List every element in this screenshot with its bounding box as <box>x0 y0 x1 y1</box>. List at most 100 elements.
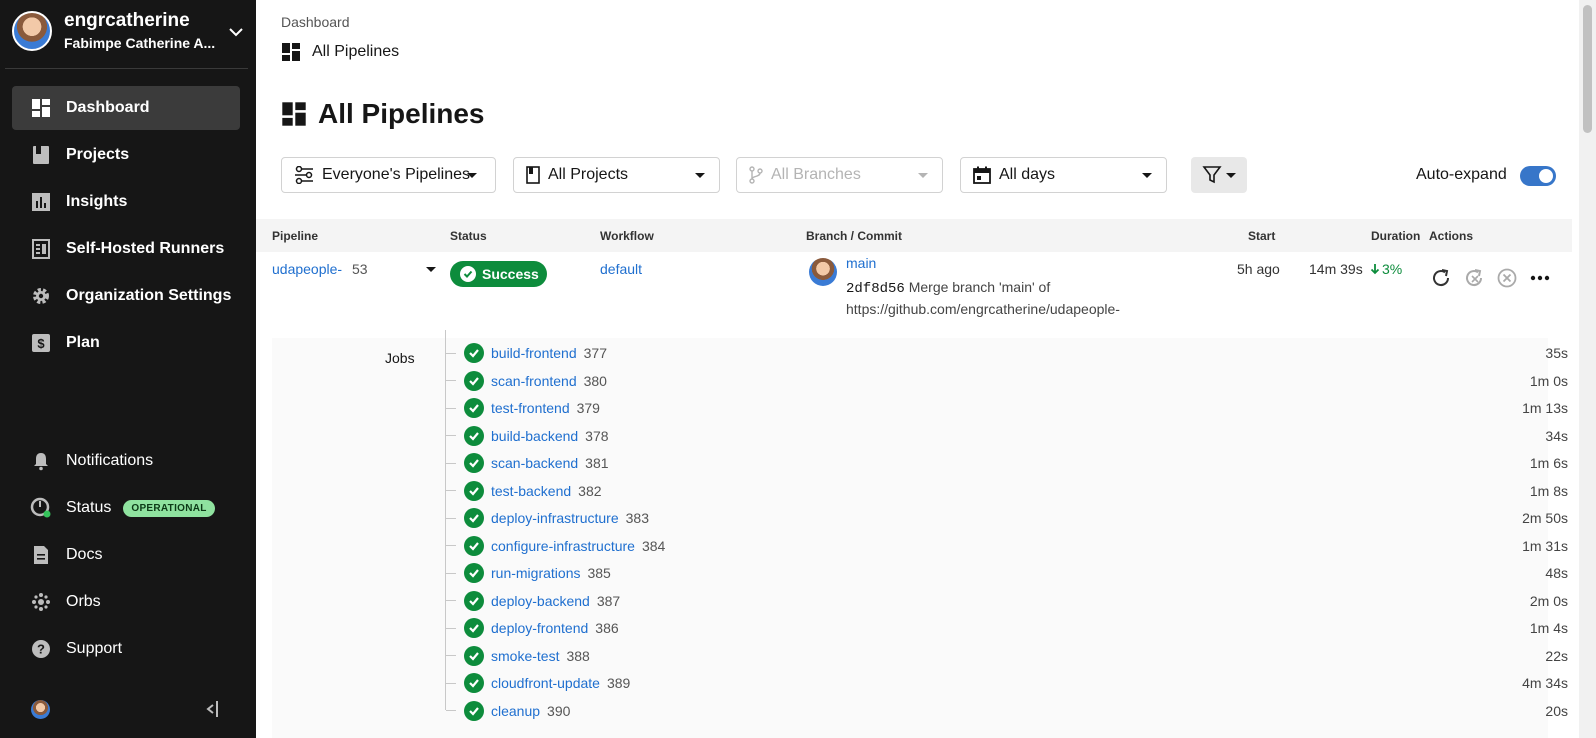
success-check-icon <box>464 673 484 693</box>
sidebar-item-support[interactable]: ? Support <box>12 627 240 671</box>
job-number: 378 <box>585 427 609 444</box>
branch-link[interactable]: main <box>846 255 876 271</box>
username: engrcatherine <box>64 10 190 31</box>
expand-caret-icon[interactable] <box>426 267 436 272</box>
page-scrollbar[interactable] <box>1579 0 1596 738</box>
job-name-link[interactable]: cloudfront-update <box>491 675 600 691</box>
breadcrumb-current: All Pipelines <box>281 42 399 62</box>
job-duration: 4m 34s <box>1522 675 1568 691</box>
job-duration: 48s <box>1545 565 1568 581</box>
runners-icon <box>30 238 52 260</box>
sidebar-item-label: Support <box>66 640 123 657</box>
job-row: deploy-frontend 386 1m 4s <box>446 617 1568 639</box>
commit-info[interactable]: 2df8d56 Merge branch 'main' of https://g… <box>846 277 1120 319</box>
sidebar-item-notifications[interactable]: Notifications <box>12 439 240 483</box>
success-check-icon <box>464 370 484 391</box>
tree-connector <box>446 572 456 574</box>
tree-connector <box>446 352 456 354</box>
job-name-link[interactable]: test-backend <box>491 483 571 499</box>
job-row: deploy-backend 387 2m 0s <box>446 590 1568 612</box>
job-duration: 1m 6s <box>1529 455 1568 471</box>
col-pipeline: Pipeline <box>272 229 319 243</box>
rerun-failed-icon[interactable] <box>1462 266 1486 290</box>
sidebar-item-runners[interactable]: Self-Hosted Runners <box>12 227 240 271</box>
job-number: 386 <box>595 620 619 636</box>
duration-change-value: 3% <box>1382 261 1403 277</box>
job-name-link[interactable]: smoke-test <box>491 648 559 664</box>
job-number: 387 <box>596 592 621 609</box>
job-name-link[interactable]: configure-infrastructure <box>491 538 635 554</box>
breadcrumb[interactable]: Dashboard <box>281 14 350 30</box>
job-duration: 22s <box>1545 647 1568 664</box>
job-name-link[interactable]: deploy-backend <box>491 593 590 609</box>
job-name-link[interactable]: build-backend <box>491 428 578 444</box>
sidebar-item-orbs[interactable]: Orbs <box>12 580 240 624</box>
filter-button[interactable] <box>1191 157 1247 193</box>
job-name-link[interactable]: cleanup <box>491 703 540 719</box>
user-avatar-small[interactable] <box>31 700 50 719</box>
sidebar-item-plan[interactable]: $ Plan <box>12 321 240 365</box>
job-number: 379 <box>576 400 600 416</box>
success-check-icon <box>464 398 484 418</box>
job-name-link[interactable]: deploy-frontend <box>491 620 588 636</box>
more-options-icon[interactable] <box>1528 266 1552 290</box>
sidebar-item-projects[interactable]: Projects <box>12 133 240 177</box>
rerun-icon[interactable] <box>1429 266 1453 290</box>
pipelines-filter-value: Everyone's Pipelines <box>322 166 471 183</box>
pipelines-filter[interactable]: Everyone's Pipelines <box>281 157 496 193</box>
chevron-down-icon <box>229 28 243 37</box>
collapse-sidebar-icon[interactable] <box>204 700 220 718</box>
branches-filter[interactable]: All Branches <box>736 157 943 193</box>
days-filter[interactable]: All days <box>960 157 1167 193</box>
job-row: cleanup 390 20s <box>446 700 1568 722</box>
sidebar-item-status[interactable]: Status OPERATIONAL <box>12 486 240 530</box>
sidebar-item-org-settings[interactable]: Organization Settings <box>12 274 240 318</box>
job-number: 377 <box>583 345 607 361</box>
success-check-icon <box>464 590 484 611</box>
job-name-link[interactable]: deploy-infrastructure <box>491 510 619 526</box>
workflow-link[interactable]: default <box>600 261 642 277</box>
bell-icon <box>30 450 52 472</box>
sidebar-item-insights[interactable]: Insights <box>12 180 240 224</box>
job-number: 382 <box>578 482 602 499</box>
insights-icon <box>30 191 52 213</box>
job-name-link[interactable]: run-migrations <box>491 565 580 581</box>
job-number: 380 <box>583 372 607 389</box>
job-name-link[interactable]: build-frontend <box>491 345 577 361</box>
projects-filter[interactable]: All Projects <box>513 157 720 193</box>
dashboard-icon <box>30 97 52 119</box>
cancel-icon[interactable] <box>1495 266 1519 290</box>
scrollbar-thumb[interactable] <box>1583 5 1592 133</box>
pipeline-row: udapeople- 53 Success default main 2df8d… <box>256 252 1572 338</box>
tree-connector <box>446 462 456 464</box>
main-content: Dashboard All Pipelines All Pipelines Ev… <box>256 0 1596 738</box>
tree-connector <box>446 407 456 409</box>
sidebar-divider <box>5 68 248 69</box>
job-row: scan-backend 381 1m 6s <box>446 452 1568 474</box>
tree-connector <box>446 682 456 684</box>
job-name-link[interactable]: scan-frontend <box>491 373 577 389</box>
pipeline-name-link[interactable]: udapeople- 53 <box>272 261 368 277</box>
job-duration: 1m 31s <box>1522 537 1568 554</box>
page-title-text: All Pipelines <box>318 98 485 129</box>
project-icon <box>526 166 540 184</box>
job-duration: 1m 4s <box>1529 620 1568 636</box>
caret-down-icon <box>918 173 928 178</box>
sidebar-item-label: Projects <box>66 146 130 163</box>
job-name-link[interactable]: test-frontend <box>491 400 570 416</box>
dollar-icon: $ <box>30 332 52 354</box>
job-duration: 1m 0s <box>1529 372 1568 389</box>
sidebar-item-docs[interactable]: Docs <box>12 533 240 577</box>
arrow-down-icon <box>1370 264 1380 275</box>
status-badge[interactable]: Success <box>450 261 547 287</box>
sidebar-item-dashboard[interactable]: Dashboard <box>12 86 240 130</box>
job-duration: 2m 0s <box>1529 592 1568 609</box>
org-switcher[interactable]: engrcatherine Fabimpe Catherine A... <box>12 8 244 58</box>
job-name-link[interactable]: scan-backend <box>491 455 578 471</box>
funnel-icon <box>1202 166 1222 184</box>
svg-text:?: ? <box>37 642 45 657</box>
tree-connector <box>446 490 456 491</box>
auto-expand-toggle[interactable] <box>1520 166 1556 186</box>
job-row: smoke-test 388 22s <box>446 645 1568 667</box>
job-row: deploy-infrastructure 383 2m 50s <box>446 507 1568 529</box>
